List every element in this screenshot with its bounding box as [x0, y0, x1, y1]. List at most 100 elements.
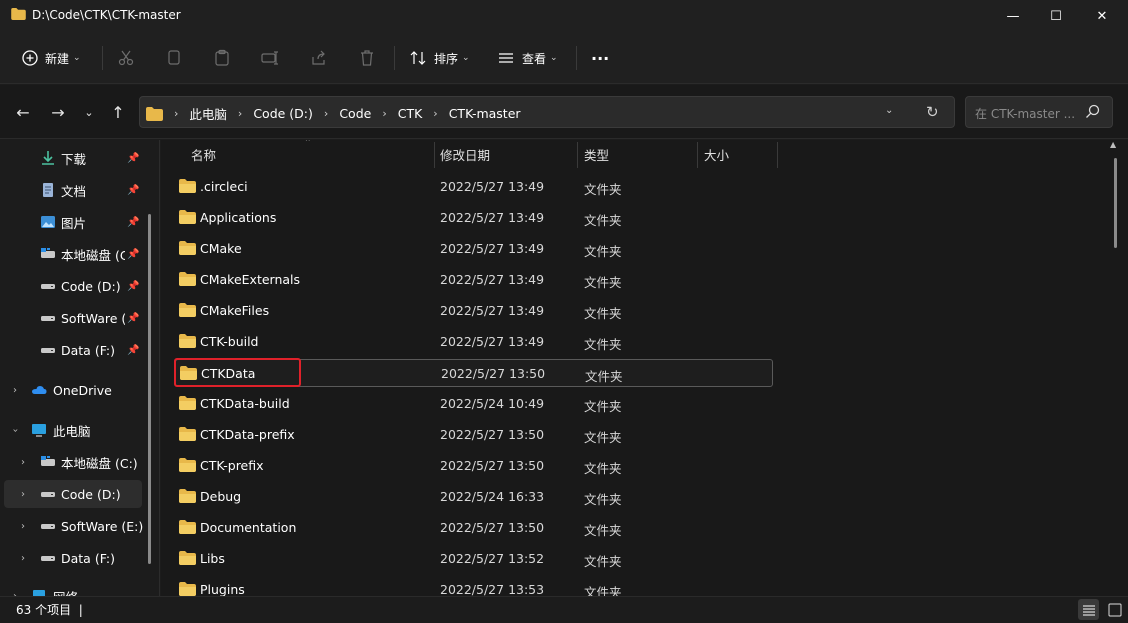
up-button[interactable]: ↑: [108, 102, 128, 122]
details-view-button[interactable]: [1078, 599, 1099, 620]
navigation-bar: ← → ⌄ ↑ › 此电脑 › Code (D:) › Code › CTK ›…: [0, 85, 1128, 139]
file-row[interactable]: Documentation 2022/5/27 13:50 文件夹: [175, 514, 773, 542]
address-bar[interactable]: › 此电脑 › Code (D:) › Code › CTK › CTK-mas…: [139, 96, 955, 128]
column-header-type[interactable]: 类型: [584, 140, 609, 168]
tiles-view-button[interactable]: [1104, 599, 1125, 620]
chevron-right-icon[interactable]: ›: [13, 385, 17, 396]
sidebar-scrollbar[interactable]: [148, 214, 151, 564]
minimize-icon: —: [1006, 8, 1020, 24]
status-bar: 63 个项目 |: [0, 596, 1128, 623]
arrow-right-icon: →: [51, 102, 65, 122]
search-input[interactable]: 在 CTK-master ...: [965, 96, 1113, 128]
search-placeholder: 在 CTK-master ...: [975, 107, 1076, 121]
sidebar-item-pictures[interactable]: 图片 📌: [4, 208, 142, 236]
sidebar-item-software-e[interactable]: SoftWare (I 📌: [4, 304, 142, 332]
column-divider[interactable]: [777, 142, 778, 168]
share-button[interactable]: [309, 44, 329, 72]
column-divider[interactable]: [577, 142, 578, 168]
sidebar-item-this-pc[interactable]: › 此电脑: [4, 416, 142, 444]
file-name: CTK-prefix: [200, 458, 264, 473]
breadcrumb-item[interactable]: CTK-master: [449, 106, 521, 121]
breadcrumb-item[interactable]: 此电脑: [189, 104, 227, 123]
view-button[interactable]: 查看 ⌄: [496, 44, 558, 72]
file-row[interactable]: CTK-prefix 2022/5/27 13:50 文件夹: [175, 452, 773, 480]
sidebar-item-documents[interactable]: 文档 📌: [4, 176, 142, 204]
file-row[interactable]: CTK-build 2022/5/27 13:49 文件夹: [175, 328, 773, 356]
sidebar-item-label: Data (F:): [61, 342, 116, 358]
file-row[interactable]: CMakeExternals 2022/5/27 13:49 文件夹: [175, 266, 773, 294]
back-button[interactable]: ←: [13, 102, 33, 122]
minimize-button[interactable]: —: [990, 0, 1036, 32]
chevron-right-icon[interactable]: ›: [21, 521, 25, 532]
sidebar-item-code-d[interactable]: › Code (D:): [4, 480, 142, 508]
chevron-down-icon[interactable]: ›: [10, 428, 21, 432]
sort-button[interactable]: 排序 ⌄: [408, 44, 470, 72]
file-row[interactable]: Applications 2022/5/27 13:49 文件夹: [175, 204, 773, 232]
scissors-icon: [118, 50, 134, 66]
file-date: 2022/5/27 13:49: [440, 334, 545, 349]
breadcrumb-item[interactable]: Code (D:): [253, 106, 313, 121]
paste-button[interactable]: [212, 44, 232, 72]
sidebar-item-software-e[interactable]: › SoftWare (E:): [4, 512, 144, 540]
cloud-icon: [32, 386, 47, 394]
file-name: CTKData-build: [200, 396, 290, 411]
file-row[interactable]: .circleci 2022/5/27 13:49 文件夹: [175, 173, 773, 201]
file-row[interactable]: Debug 2022/5/24 16:33 文件夹: [175, 483, 773, 511]
delete-button[interactable]: [357, 44, 377, 72]
file-row[interactable]: Libs 2022/5/27 13:52 文件夹: [175, 545, 773, 573]
file-row[interactable]: CMake 2022/5/27 13:49 文件夹: [175, 235, 773, 263]
file-list: 名称 ⌃ 修改日期 类型 大小 .circleci 2022/5/27 13:49…: [161, 140, 1128, 596]
file-type: 文件夹: [584, 585, 622, 596]
file-name: CTKData-prefix: [200, 427, 295, 442]
sidebar-item-data-f[interactable]: Data (F:) 📌: [4, 336, 142, 364]
file-type: 文件夹: [584, 275, 622, 290]
refresh-icon[interactable]: ↻: [926, 103, 939, 121]
column-header-label: 大小: [704, 147, 730, 163]
arrow-left-icon: ←: [16, 102, 30, 122]
sidebar-item-local-disk-c[interactable]: › 本地磁盘 (C:): [4, 448, 142, 476]
file-row[interactable]: CMakeFiles 2022/5/27 13:49 文件夹: [175, 297, 773, 325]
forward-button[interactable]: →: [48, 102, 68, 122]
file-row[interactable]: CTKData-build 2022/5/24 10:49 文件夹: [175, 390, 773, 418]
column-divider[interactable]: [697, 142, 698, 168]
scroll-up-icon[interactable]: ▲: [1110, 140, 1116, 149]
sidebar-item-local-disk-c[interactable]: 本地磁盘 (C 📌: [4, 240, 142, 268]
new-button[interactable]: 新建 ⌄: [20, 44, 81, 72]
maximize-button[interactable]: ☐: [1033, 0, 1079, 32]
column-header-size[interactable]: 大小: [704, 140, 729, 168]
chevron-right-icon[interactable]: ›: [21, 553, 25, 564]
navigation-pane: 下载 📌 文档 📌 图片 📌 本地磁盘 (C 📌 Code (D:) 📌 Sof…: [0, 140, 160, 596]
file-row[interactable]: Plugins 2022/5/27 13:53 文件夹: [175, 576, 773, 596]
sidebar-item-downloads[interactable]: 下载 📌: [4, 144, 142, 172]
breadcrumb-item[interactable]: Code: [339, 106, 371, 121]
file-row[interactable]: CTKData-prefix 2022/5/27 13:50 文件夹: [175, 421, 773, 449]
recent-locations-button[interactable]: ⌄: [79, 102, 99, 122]
sidebar-item-code-d[interactable]: Code (D:) 📌: [4, 272, 142, 300]
file-name: Libs: [200, 551, 225, 566]
more-button[interactable]: ···: [591, 44, 609, 72]
address-history-dropdown[interactable]: ⌄: [885, 105, 893, 116]
rename-button[interactable]: [260, 44, 280, 72]
toolbar-divider: [102, 46, 103, 70]
chevron-right-icon[interactable]: ›: [21, 457, 25, 468]
chevron-right-icon[interactable]: ›: [21, 489, 25, 500]
copy-button[interactable]: [164, 44, 184, 72]
search-icon: [1086, 104, 1100, 118]
sidebar-item-data-f[interactable]: › Data (F:): [4, 544, 142, 572]
sidebar-item-onedrive[interactable]: › OneDrive: [4, 376, 142, 404]
sidebar-item-network[interactable]: › 网络: [4, 582, 142, 596]
file-date: 2022/5/27 13:49: [440, 179, 545, 194]
pin-icon: 📌: [127, 184, 140, 196]
column-header-date[interactable]: 修改日期: [440, 140, 490, 168]
sidebar-item-label: SoftWare (E:): [61, 518, 144, 534]
breadcrumb-item[interactable]: CTK: [398, 106, 423, 121]
vertical-scrollbar[interactable]: [1114, 158, 1117, 248]
file-name: Documentation: [200, 520, 297, 535]
pin-icon: 📌: [127, 280, 140, 292]
column-header-label: 名称: [191, 147, 217, 163]
close-button[interactable]: ✕: [1079, 0, 1125, 32]
cut-button[interactable]: [116, 44, 136, 72]
column-divider[interactable]: [434, 142, 435, 168]
file-date: 2022/5/24 10:49: [440, 396, 545, 411]
column-header-name[interactable]: 名称: [191, 140, 216, 168]
